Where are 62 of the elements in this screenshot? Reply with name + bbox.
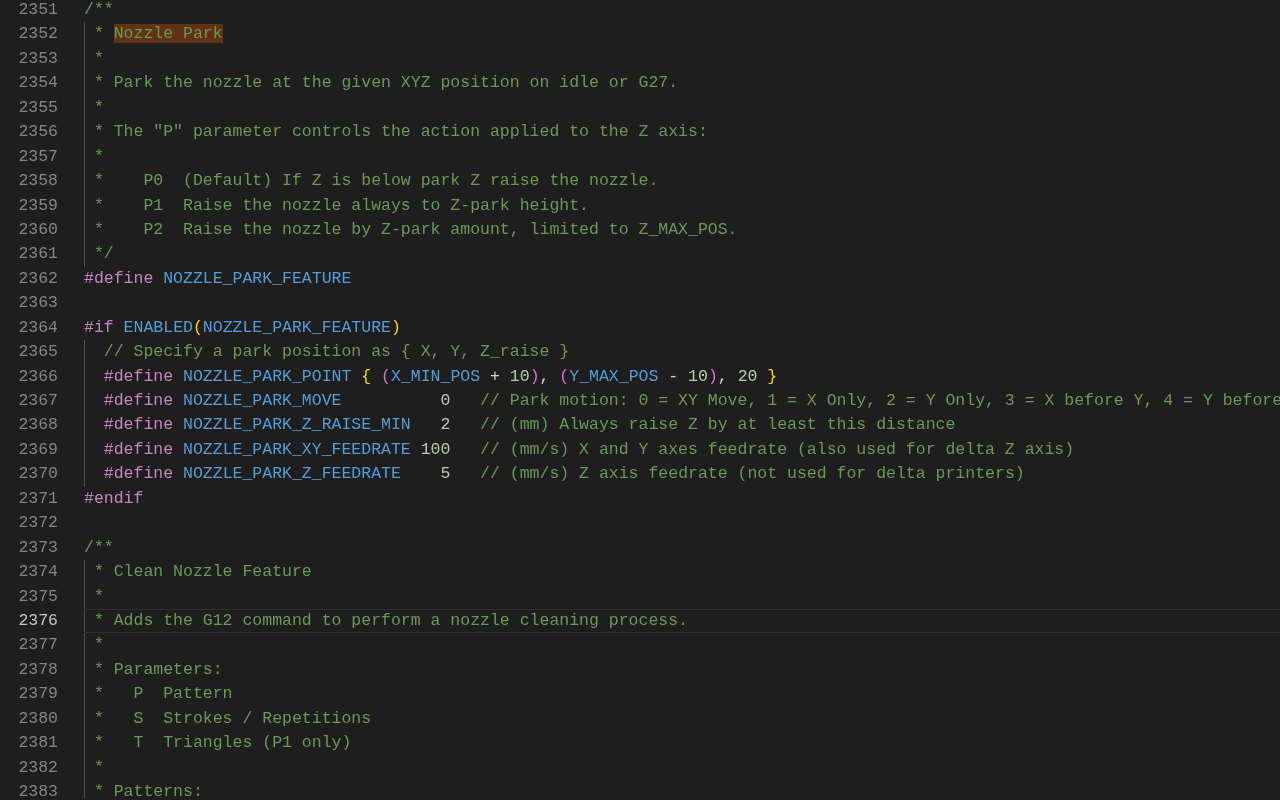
line-number: 2359 — [17, 194, 58, 217]
code-line: * Clean Nozzle Feature — [92, 561, 313, 584]
line-number: 2360 — [17, 218, 58, 241]
code-line: #define NOZZLE_PARK_Z_RAISE_MIN 2 // (mm) Always raise Z by at least this distance — [102, 414, 957, 437]
code-line: * P0 (Default) If Z is below park Z raise the nozzle. — [92, 170, 660, 193]
code-line: /** — [84, 0, 115, 21]
line-number: 2353 — [17, 47, 58, 70]
code-line: /** — [84, 536, 115, 559]
code-line: #define NOZZLE_PARK_Z_FEEDRATE 5 // (mm/s) Z axis feedrate (not used for delta printers) — [102, 463, 1026, 486]
line-number: 2370 — [17, 463, 58, 486]
line-number: 2357 — [17, 145, 58, 168]
code-line: * Adds the G12 command to perform a nozzle cleaning process. — [84, 608, 1280, 634]
code-line: #define NOZZLE_PARK_FEATURE — [84, 267, 353, 290]
line-number: 2379 — [17, 683, 58, 706]
line-number: 2352 — [17, 23, 58, 46]
code-line: #define NOZZLE_PARK_POINT { (X_MIN_POS + 10), (Y_MAX_POS - 10), 20 } — [102, 365, 779, 388]
code-line: * The "P" parameter controls the action applied to the Z axis: — [92, 121, 709, 144]
line-number: 2380 — [17, 707, 58, 730]
line-number: 2361 — [17, 243, 58, 266]
line-number: 2363 — [17, 292, 58, 315]
line-number: 2371 — [17, 487, 58, 510]
line-number: 2383 — [17, 781, 58, 798]
line-number: 2358 — [17, 170, 58, 193]
line-number: 2377 — [17, 634, 58, 657]
line-number: 2356 — [17, 121, 58, 144]
code-line: * — [92, 47, 105, 70]
line-number: 2362 — [17, 267, 58, 290]
line-number: 2364 — [17, 316, 58, 339]
code-line: * P Pattern — [92, 683, 234, 706]
code-line: * P1 Raise the nozzle always to Z-park height. — [92, 194, 590, 217]
line-number: 2375 — [17, 585, 58, 608]
code-line: * Patterns: — [92, 781, 204, 798]
line-number: 2374 — [17, 561, 58, 584]
line-number: 2355 — [17, 96, 58, 119]
code-line: * — [92, 585, 105, 608]
code-line: * — [92, 96, 105, 119]
line-number: 2373 — [17, 536, 58, 559]
code-line: * Parameters: — [92, 658, 224, 681]
line-number: 2366 — [17, 365, 58, 388]
code-line: * Park the nozzle at the given XYZ position on idle or G27. — [92, 72, 680, 95]
code-line: * P2 Raise the nozzle by Z-park amount, limited to Z_MAX_POS. — [92, 218, 739, 241]
code-line: #if ENABLED(NOZZLE_PARK_FEATURE) — [84, 316, 402, 339]
line-number: 2367 — [17, 390, 58, 412]
line-number: 2376 — [17, 609, 58, 632]
line-number: 2365 — [17, 341, 58, 364]
code-line: * — [92, 634, 105, 657]
line-number: 2369 — [17, 438, 58, 461]
code-line: #endif — [84, 487, 145, 510]
line-number: 2368 — [17, 414, 58, 437]
line-number: 2351 — [17, 0, 58, 21]
code-line: * — [92, 756, 105, 779]
code-line: * T Triangles (P1 only) — [92, 732, 353, 755]
line-number: 2378 — [17, 658, 58, 681]
line-number: 2354 — [17, 72, 58, 95]
line-number: 2381 — [17, 732, 58, 755]
line-number: 2382 — [17, 756, 58, 779]
code-line: * S Strokes / Repetitions — [92, 707, 373, 730]
code-line: */ — [92, 243, 115, 266]
code-line: * — [92, 145, 105, 168]
code-line: #define NOZZLE_PARK_XY_FEEDRATE 100 // (mm/s) X and Y axes feedrate (also used for delta Z axis) — [102, 438, 1076, 461]
code-line: // Specify a park position as { X, Y, Z_raise } — [102, 341, 571, 364]
line-number: 2372 — [17, 512, 58, 535]
